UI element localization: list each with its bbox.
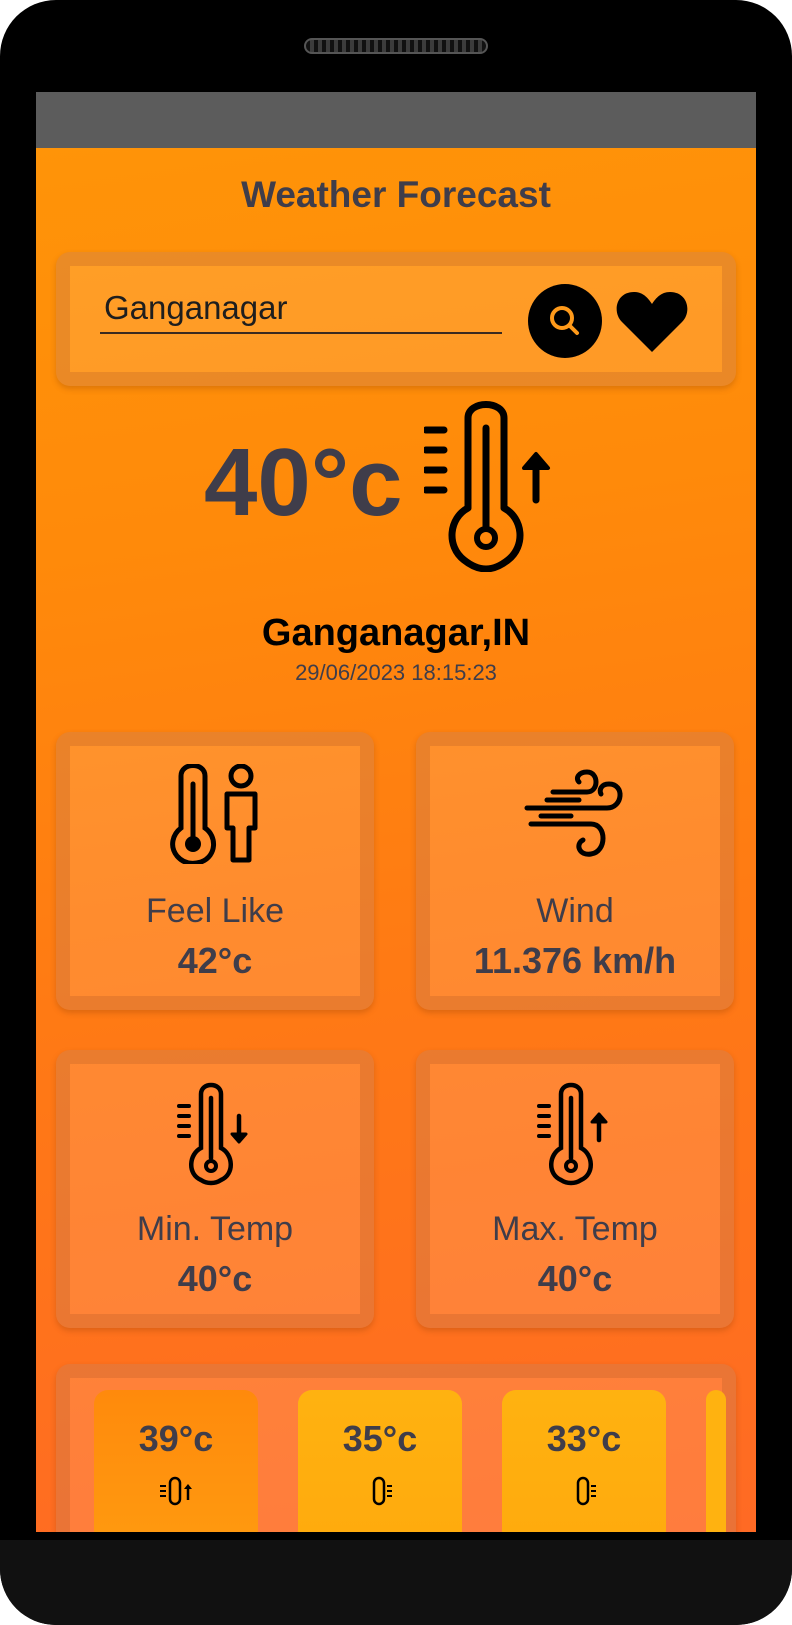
forecast-temp: 39°c [138,1418,214,1459]
feels-like-value: 42°c [177,940,253,981]
phone-bottom-bezel [0,1540,792,1625]
forecast-card-partial[interactable] [706,1390,726,1532]
forecast-card[interactable]: 33°c [502,1390,666,1532]
thermometer-icon [372,1476,392,1506]
thermometer-up-icon [160,1476,192,1506]
thermometer-up-icon [424,401,550,572]
thermometer-up-icon [537,1082,608,1186]
phone-frame: Weather Forecast 40°c [0,0,792,1625]
max-temp-label: Max. Temp [492,1210,658,1248]
favorite-button[interactable] [614,286,690,356]
date-time: 29/06/2023 18:15:23 [295,660,497,685]
thermometer-person-icon [170,764,258,864]
city-search-input[interactable] [100,284,502,334]
app-title: Weather Forecast [241,174,551,215]
forecast-strip[interactable]: 39°c 35°c 33°c [56,1364,736,1532]
wind-icon [524,769,623,857]
heart-icon [616,292,688,352]
forecast-temp: 33°c [546,1418,622,1459]
thermometer-icon [576,1476,596,1506]
max-temp-value: 40°c [537,1258,613,1299]
forecast-card[interactable]: 35°c [298,1390,462,1532]
min-temp-card: Min. Temp 40°c [56,1050,374,1328]
search-panel [56,252,736,386]
forecast-card[interactable]: 39°c [94,1390,258,1532]
thermometer-down-icon [177,1082,248,1186]
min-temp-label: Min. Temp [136,1210,294,1248]
search-icon [550,306,579,335]
phone-speaker [304,38,488,54]
feels-like-label: Feel Like [146,892,284,930]
feels-like-card: Feel Like 42°c [56,732,374,1010]
forecast-temp: 35°c [342,1418,418,1459]
wind-label: Wind [536,892,614,930]
location-name: Ganganagar,IN [261,612,531,654]
status-bar [36,92,756,148]
current-temperature: 40°c [204,429,403,536]
app-screen: Weather Forecast 40°c [36,92,756,1532]
search-button[interactable] [528,284,602,358]
max-temp-card: Max. Temp 40°c [416,1050,734,1328]
wind-card: Wind 11.376 km/h [416,732,734,1010]
wind-value: 11.376 km/h [473,940,677,981]
min-temp-value: 40°c [177,1258,253,1299]
